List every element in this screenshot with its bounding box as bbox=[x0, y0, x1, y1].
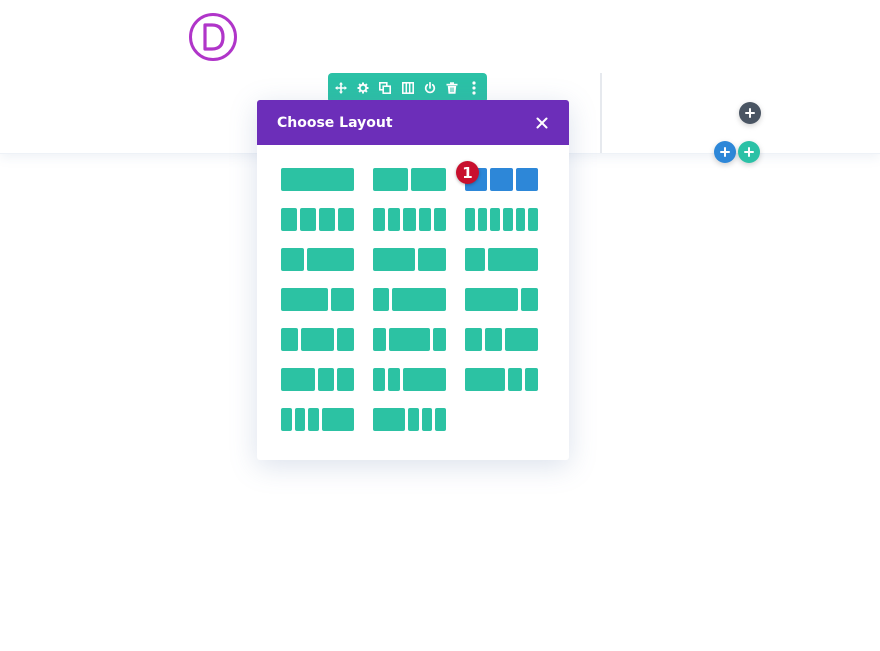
layout-option[interactable] bbox=[465, 368, 538, 391]
layout-column-block bbox=[432, 328, 446, 351]
layout-column-block bbox=[403, 208, 416, 231]
layout-column-block bbox=[515, 208, 526, 231]
layout-option[interactable] bbox=[281, 328, 354, 351]
layout-column-block bbox=[373, 408, 405, 431]
duplicate-icon[interactable] bbox=[376, 79, 394, 97]
layout-column-block bbox=[520, 288, 538, 311]
close-icon[interactable] bbox=[535, 116, 549, 130]
layout-column-block bbox=[418, 208, 431, 231]
modal-header: Choose Layout bbox=[257, 100, 569, 145]
layout-column-block bbox=[490, 208, 500, 231]
plus-icon bbox=[745, 108, 755, 118]
layout-column-block bbox=[421, 408, 433, 431]
layout-option[interactable] bbox=[465, 288, 538, 311]
layout-column-block bbox=[308, 408, 319, 431]
layout-column-block bbox=[281, 288, 328, 311]
layout-column-block bbox=[418, 248, 446, 271]
layout-column-block bbox=[465, 328, 482, 351]
layout-column-block bbox=[465, 288, 518, 311]
layout-column-block bbox=[391, 288, 446, 311]
layout-option[interactable] bbox=[281, 208, 354, 231]
layout-option[interactable] bbox=[373, 288, 446, 311]
layout-column-block bbox=[373, 168, 408, 191]
plus-icon bbox=[720, 147, 730, 157]
layout-column-block bbox=[317, 368, 335, 391]
layout-column-block bbox=[337, 328, 354, 351]
layout-option[interactable] bbox=[465, 248, 538, 271]
layout-column-block bbox=[300, 328, 335, 351]
layout-column-block bbox=[465, 248, 485, 271]
layout-column-block bbox=[281, 408, 292, 431]
layout-column-block bbox=[281, 248, 305, 271]
layout-option[interactable] bbox=[373, 328, 446, 351]
layout-column-block bbox=[403, 368, 446, 391]
layout-column-block bbox=[281, 208, 297, 231]
layout-option[interactable] bbox=[281, 408, 354, 431]
layout-column-block bbox=[281, 368, 315, 391]
modal-title: Choose Layout bbox=[277, 114, 393, 131]
layout-column-block bbox=[338, 208, 354, 231]
plus-icon bbox=[744, 147, 754, 157]
add-section-button[interactable] bbox=[714, 141, 736, 163]
layout-option[interactable] bbox=[281, 168, 354, 191]
step-badge: 1 bbox=[456, 161, 479, 184]
column-divider bbox=[600, 73, 602, 153]
add-row-button[interactable] bbox=[738, 141, 760, 163]
layout-column-block bbox=[373, 368, 386, 391]
layout-column-block bbox=[373, 248, 415, 271]
more-icon[interactable] bbox=[465, 79, 483, 97]
layout-column-block bbox=[508, 368, 522, 391]
layout-column-block bbox=[502, 208, 513, 231]
layout-column-block bbox=[515, 168, 538, 191]
trash-icon[interactable] bbox=[443, 79, 461, 97]
layout-column-block bbox=[373, 208, 386, 231]
layout-column-block bbox=[388, 208, 401, 231]
power-icon[interactable] bbox=[421, 79, 439, 97]
layout-column-block bbox=[465, 368, 506, 391]
layout-column-block bbox=[524, 368, 538, 391]
layout-option[interactable] bbox=[373, 408, 446, 431]
layout-column-block bbox=[490, 168, 513, 191]
layout-column-block bbox=[411, 168, 446, 191]
layout-column-block bbox=[388, 368, 401, 391]
layout-column-block bbox=[294, 408, 306, 431]
layout-column-block bbox=[337, 368, 354, 391]
layout-column-block bbox=[504, 328, 538, 351]
layout-option[interactable] bbox=[373, 248, 446, 271]
layout-column-block bbox=[330, 288, 354, 311]
move-icon[interactable] bbox=[332, 79, 350, 97]
layout-column-block bbox=[373, 288, 389, 311]
layout-column-block bbox=[373, 328, 387, 351]
layout-column-block bbox=[465, 208, 475, 231]
layout-column-block bbox=[484, 328, 502, 351]
layout-column-block bbox=[477, 208, 488, 231]
layout-option[interactable] bbox=[465, 208, 538, 231]
gear-icon[interactable] bbox=[354, 79, 372, 97]
layout-option[interactable] bbox=[281, 368, 354, 391]
layout-column-block bbox=[488, 248, 538, 271]
layout-option[interactable] bbox=[465, 328, 538, 351]
layout-column-block bbox=[435, 408, 446, 431]
layout-option[interactable] bbox=[373, 168, 446, 191]
layout-column-block bbox=[528, 208, 538, 231]
row-settings-toolbar bbox=[328, 73, 487, 103]
layout-option[interactable] bbox=[373, 368, 446, 391]
add-module-button[interactable] bbox=[739, 102, 761, 124]
layout-column-block bbox=[281, 328, 298, 351]
layout-column-block bbox=[307, 248, 354, 271]
layout-column-block bbox=[389, 328, 430, 351]
layout-column-block bbox=[408, 408, 419, 431]
layout-column-block bbox=[281, 168, 354, 191]
layout-column-block bbox=[319, 208, 335, 231]
layout-option[interactable] bbox=[281, 248, 354, 271]
divi-logo-icon bbox=[189, 13, 237, 61]
choose-layout-modal: Choose Layout bbox=[257, 100, 569, 460]
layout-option[interactable] bbox=[281, 288, 354, 311]
layout-column-block bbox=[300, 208, 316, 231]
layout-column-block bbox=[433, 208, 446, 231]
layout-column-block bbox=[321, 408, 354, 431]
layout-option[interactable] bbox=[373, 208, 446, 231]
columns-icon[interactable] bbox=[399, 79, 417, 97]
